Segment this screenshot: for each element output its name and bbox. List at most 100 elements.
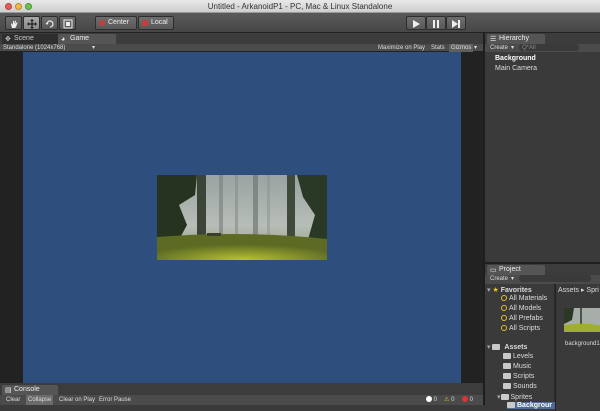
search-icon [501,325,507,331]
local-icon [142,20,148,26]
project-create-chevron-icon: ▾ [511,276,515,282]
move-tool-button[interactable] [23,16,40,30]
project-search-input[interactable] [519,275,591,282]
folder-music[interactable]: Music [503,363,531,370]
folder-backgrounds[interactable]: Backgrour [507,402,557,409]
tab-scene-label: Scene [14,35,34,42]
hierarchy-toolbar: Create ▾ Q*All [485,44,600,52]
collapse-toggle[interactable]: Collapse [26,395,54,405]
pause-button[interactable] [426,16,446,30]
folder-icon [503,353,511,359]
game-view-toolbar: Standalone (1024x768) ▾ Maximize on Play… [0,44,483,52]
scene-tab-row: ✥ Scene ◕ Game [0,33,483,44]
project-toolbar: Create ▾ [485,275,600,284]
tab-project[interactable]: ▭ Project [487,265,545,275]
favorite-label: All Prefabs [509,315,543,322]
rotate-icon [45,20,54,28]
rotate-tool-button[interactable] [41,16,58,30]
favorite-all-scripts[interactable]: All Scripts [501,325,540,332]
expand-arrow-icon: ▾ [487,287,491,294]
forest-image [157,175,327,260]
folder-icon [503,363,511,369]
console-tab-row: ▤ Console [0,383,483,395]
maximize-on-play-toggle[interactable]: Maximize on Play [378,44,425,52]
gizmos-toggle[interactable]: Gizmos [449,44,474,52]
favorite-all-models[interactable]: All Models [501,305,541,312]
window-titlebar: Untitled - ArkanoidP1 - PC, Mac & Linux … [0,0,600,13]
background-sprite-forest [157,175,327,260]
console-toolbar: Clear Collapse Clear on Play Error Pause… [0,395,483,405]
hierarchy-item-main-camera[interactable]: Main Camera [495,65,537,72]
folder-icon [503,383,511,389]
pause-icon [433,20,439,28]
hierarchy-tab-row: ☰ Hierarchy [485,33,600,44]
gizmos-chevron-icon: ▾ [474,45,478,51]
info-count: 0 [433,397,438,403]
search-icon [501,315,507,321]
asset-breadcrumb[interactable]: Assets ▸ Spri [558,286,599,294]
search-icon [501,305,507,311]
project-asset-grid: Assets ▸ Spri background1 [555,284,600,411]
main-toolbar: Center Local [0,13,600,33]
pivot-center-toggle[interactable]: Center [95,16,137,30]
tab-game-label: Game [70,35,90,42]
search-icon [501,295,507,301]
folder-label: Sounds [513,383,537,390]
clear-on-play-toggle[interactable]: Clear on Play [57,395,97,405]
step-icon [452,20,460,28]
folder-scripts[interactable]: Scripts [503,373,534,380]
tab-hierarchy[interactable]: ☰ Hierarchy [487,34,545,44]
tab-project-label: Project [499,266,521,273]
error-count-toggle[interactable]: 0 [460,395,475,405]
favorite-label: All Scripts [509,325,541,332]
info-icon [426,396,432,402]
hand-icon [10,20,17,28]
game-screen [23,52,461,383]
expand-arrow-icon: ▾ [497,394,501,401]
warning-count-toggle[interactable]: ⚠ 0 [442,395,456,405]
clear-button[interactable]: Clear [4,395,22,405]
favorite-all-prefabs[interactable]: All Prefabs [501,315,543,322]
pivot-label: Center [108,19,130,26]
error-pause-toggle[interactable]: Error Pause [97,395,133,405]
play-button[interactable] [406,16,426,30]
asset-name: background1 [565,341,600,347]
folder-icon [503,373,511,379]
window-title: Untitled - ArkanoidP1 - PC, Mac & Linux … [207,2,393,11]
move-arrows-icon [26,19,37,29]
expand-arrow-icon: ▾ [487,344,491,351]
local-global-toggle[interactable]: Local [138,16,174,30]
tab-scene[interactable]: ✥ Scene [2,34,58,44]
hierarchy-list: Background Main Camera [485,52,600,262]
assets-folder[interactable]: ▾ Assets [487,343,527,351]
folder-sprites[interactable]: ▾ Sprites [497,393,532,401]
folder-levels[interactable]: Levels [503,353,533,360]
asset-thumbnail[interactable] [564,308,600,332]
hand-tool-button[interactable] [5,16,22,30]
favorites-header[interactable]: ▾ ★ Favorites [487,286,532,294]
tab-game[interactable]: ◕ Game [58,34,116,44]
folder-icon [507,402,515,408]
folder-label: Backgrour [517,402,553,409]
hierarchy-search-input[interactable]: Q*All [519,44,579,51]
project-create-dropdown[interactable]: Create [490,275,508,283]
game-viewport[interactable] [0,52,483,383]
hierarchy-item-background[interactable]: Background [495,55,536,62]
assets-label: Assets [504,344,528,351]
create-chevron-icon: ▾ [511,45,515,51]
hierarchy-create-dropdown[interactable]: Create [490,44,508,52]
favorite-label: All Models [509,305,542,312]
folder-icon [492,344,501,350]
info-count-toggle[interactable]: 0 [424,395,439,405]
resolution-dropdown[interactable]: Standalone (1024x768) [3,44,65,52]
folder-sounds[interactable]: Sounds [503,383,537,390]
star-icon: ★ [492,287,499,294]
tab-console[interactable]: ▤ Console [2,385,58,395]
tab-hierarchy-label: Hierarchy [499,35,529,42]
favorite-all-materials[interactable]: All Materials [501,295,547,302]
step-button[interactable] [446,16,466,30]
scale-tool-button[interactable] [59,16,76,30]
warning-count: 0 [451,397,455,403]
folder-icon [500,394,509,400]
stats-toggle[interactable]: Stats [431,44,445,52]
